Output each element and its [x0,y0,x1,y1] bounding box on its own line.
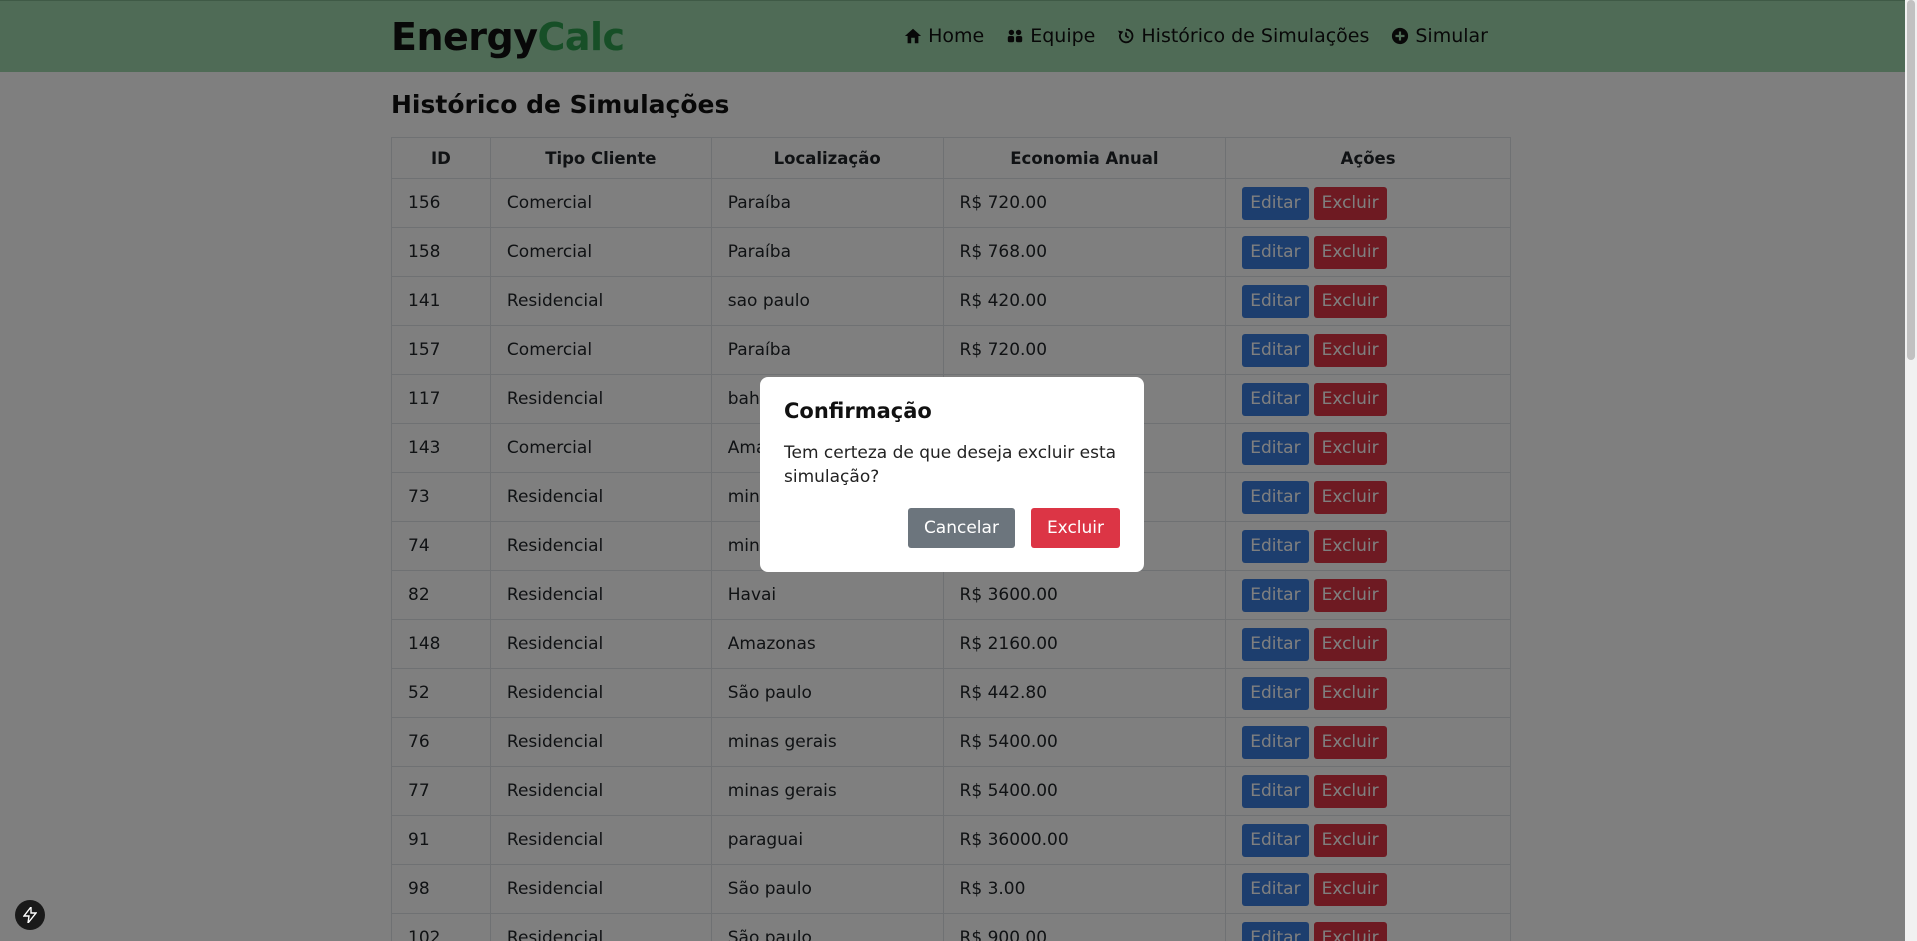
dialog-actions: Cancelar Excluir [907,508,1120,548]
scrollbar-thumb[interactable] [1907,0,1915,360]
confirm-dialog: Confirmação Tem certeza de que deseja ex… [760,377,1144,572]
bolt-icon [23,907,37,923]
confirm-delete-button[interactable]: Excluir [1030,508,1120,548]
page-scrollbar[interactable] [1905,0,1917,941]
dialog-message: Tem certeza de que deseja excluir esta s… [784,443,1117,487]
dev-tools-button[interactable] [15,900,45,930]
cancel-button[interactable]: Cancelar [907,508,1015,548]
dialog-title: Confirmação [784,399,932,423]
